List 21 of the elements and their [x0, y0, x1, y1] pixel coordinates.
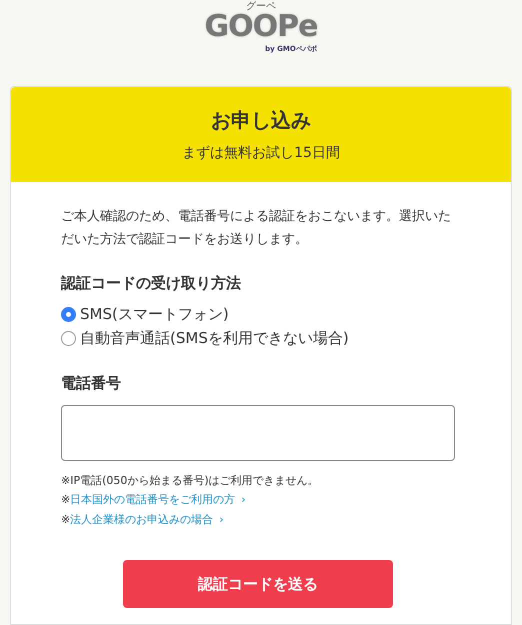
note-mark: ※	[61, 472, 70, 488]
send-code-button[interactable]: 認証コードを送る	[123, 560, 393, 608]
note-link[interactable]: 日本国外の電話番号をご利用の方	[70, 490, 236, 510]
radio-button[interactable]	[61, 330, 76, 346]
chevron-icon: ›	[241, 490, 246, 510]
radio-button[interactable]	[61, 306, 76, 322]
logo-wordmark: GOOPe	[204, 12, 318, 42]
radio-label[interactable]: SMS(スマートフォン)	[80, 302, 229, 326]
note-link[interactable]: 法人企業様のお申込みの場合	[70, 510, 214, 530]
note-text: IP電話(050から始まる番号)はご利用できません。	[70, 472, 319, 488]
chevron-icon: ›	[219, 510, 224, 530]
page-subtitle: まずは無料お試し15日間	[182, 144, 340, 163]
logo-kana: グーペ	[246, 2, 276, 12]
page-title: お申し込み	[211, 107, 311, 134]
note-mark: ※	[61, 492, 70, 508]
phone-input-field[interactable]	[61, 404, 455, 460]
section-heading: 認証コードの受け取り方法	[61, 272, 242, 294]
field-label: 電話番号	[61, 373, 122, 394]
intro-text: ご本人確認のため、電話番号による認証をおこないます。選択いただいた方法で認証コードをお送りします。	[61, 208, 452, 249]
radio-label[interactable]: 自動音声通話(SMSを利用できない場合)	[80, 326, 349, 350]
note-mark: ※	[61, 512, 70, 528]
